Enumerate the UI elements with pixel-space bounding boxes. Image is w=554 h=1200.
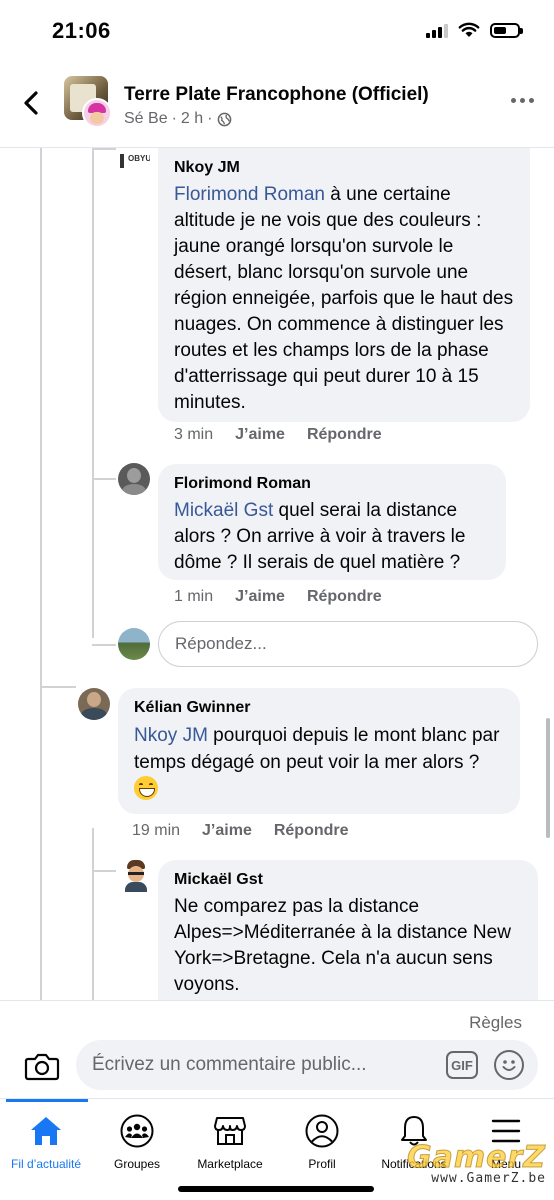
commenter-avatar[interactable] (118, 463, 150, 495)
group-title[interactable]: Terre Plate Francophone (Officiel) (124, 84, 429, 106)
cellular-signal-icon (426, 22, 448, 38)
comment-actions: 3 min J’aime Répondre (174, 426, 404, 444)
emoji-button[interactable] (494, 1050, 524, 1080)
comment-bubble[interactable]: Nkoy JM Florimond Roman à une certaine a… (158, 148, 530, 422)
mention-link[interactable]: Nkoy JM (134, 725, 208, 746)
comment-thread[interactable]: OBYU Nkoy JM Florimond Roman à une certa… (0, 148, 554, 1000)
camera-icon (24, 1053, 60, 1081)
comment-bubble[interactable]: Kélian Gwinner Nkoy JM pourquoi depuis l… (118, 688, 520, 814)
mention-link[interactable]: Florimond Roman (174, 184, 325, 205)
separator-dot: · (207, 110, 213, 127)
like-button[interactable]: J’aime (235, 426, 285, 444)
home-icon (31, 1117, 61, 1145)
status-icons (426, 22, 523, 38)
rules-link[interactable]: Règles (469, 1013, 522, 1033)
tab-news-feed[interactable]: Fil d’actualité (0, 1111, 92, 1171)
like-button[interactable]: J’aime (235, 588, 285, 606)
comment-text: Nkoy JM pourquoi depuis le mont blanc pa… (134, 722, 504, 804)
thread-line (40, 686, 76, 688)
comment-author[interactable]: Florimond Roman (174, 474, 490, 494)
marketplace-icon (214, 1117, 246, 1145)
profile-icon (305, 1114, 339, 1148)
thread-line (92, 828, 94, 1000)
comment-bubble[interactable]: Mickaël Gst Ne comparez pas la distance … (158, 860, 538, 1000)
groups-icon (120, 1114, 154, 1148)
like-button[interactable]: J’aime (202, 822, 252, 840)
mention-link[interactable]: Mickaël Gst (174, 500, 273, 521)
thread-line (92, 148, 116, 150)
thread-line (40, 688, 42, 1000)
comment-time[interactable]: 19 min (132, 822, 180, 840)
scrollbar[interactable] (546, 718, 550, 838)
comment-time[interactable]: 1 min (174, 588, 213, 606)
author-avatar[interactable] (82, 98, 112, 128)
comment-text: Ne comparez pas la distance Alpes=>Médit… (174, 896, 511, 995)
comment-actions: 19 min J’aime Répondre (132, 822, 371, 840)
gif-button[interactable]: GIF (446, 1051, 478, 1079)
thread-line (92, 148, 94, 638)
reply-button[interactable]: Répondre (307, 588, 382, 606)
comment-actions: 1 min J’aime Répondre (174, 588, 404, 606)
battery-icon (490, 22, 523, 38)
tab-label: Profil (308, 1157, 336, 1171)
comment-author[interactable]: Nkoy JM (174, 158, 514, 178)
comment-author[interactable]: Mickaël Gst (174, 870, 522, 890)
comment-author[interactable]: Kélian Gwinner (134, 698, 504, 718)
tab-groups[interactable]: Groupes (91, 1111, 183, 1171)
post-header: Terre Plate Francophone (Officiel) Sé Be… (0, 62, 554, 148)
post-author[interactable]: Sé Be (124, 110, 168, 128)
back-button[interactable] (18, 88, 44, 118)
tab-profile[interactable]: Profil (276, 1111, 368, 1171)
reply-button[interactable]: Répondre (274, 822, 349, 840)
commenter-avatar[interactable] (122, 860, 150, 892)
smiley-icon (502, 1060, 516, 1071)
thread-line (92, 644, 116, 646)
comment-time[interactable]: 3 min (174, 426, 213, 444)
thread-line (40, 148, 42, 688)
commenter-avatar[interactable]: OBYU (118, 152, 150, 176)
globe-icon (217, 112, 231, 126)
status-bar: 21:06 (0, 0, 554, 62)
tab-label: Groupes (113, 1157, 161, 1171)
rules-row: Règles (0, 1000, 554, 1038)
post-meta: Sé Be · 2 h · (124, 110, 232, 128)
watermark-logo: GamerZ (406, 1140, 546, 1176)
active-tab-indicator (6, 1099, 88, 1102)
comment-bubble[interactable]: Florimond Roman Mickaël Gst quel serai l… (158, 464, 506, 580)
post-age[interactable]: 2 h (181, 110, 203, 128)
comment-text: Florimond Roman à une certaine altitude … (174, 184, 514, 413)
reply-button[interactable]: Répondre (307, 426, 382, 444)
tab-marketplace[interactable]: Marketplace (184, 1111, 276, 1171)
wifi-icon (458, 22, 480, 37)
tab-label: Fil d’actualité (10, 1157, 82, 1171)
comment-placeholder: Écrivez un commentaire public... (92, 1054, 367, 1075)
thread-line (92, 478, 116, 480)
home-indicator[interactable] (178, 1186, 374, 1192)
watermark: GamerZ www.GamerZ.be (406, 1140, 546, 1187)
thread-line (92, 870, 116, 872)
camera-button[interactable] (24, 1050, 60, 1082)
more-options-button[interactable] (511, 98, 534, 103)
grinning-face-emoji-icon (134, 776, 158, 800)
comment-text: Mickaël Gst quel serai la distance alors… (174, 500, 466, 573)
comment-composer: Écrivez un commentaire public... GIF (0, 1038, 554, 1098)
tab-label: Marketplace (197, 1157, 263, 1171)
chevron-left-icon (24, 91, 38, 115)
reply-placeholder: Répondez... (175, 634, 267, 653)
separator-dot: · (171, 110, 177, 127)
current-user-avatar (118, 628, 150, 660)
reply-input[interactable]: Répondez... (158, 621, 538, 667)
avatar-logo-text: OBYU (128, 154, 150, 163)
commenter-avatar[interactable] (78, 688, 110, 720)
status-time: 21:06 (52, 18, 111, 43)
